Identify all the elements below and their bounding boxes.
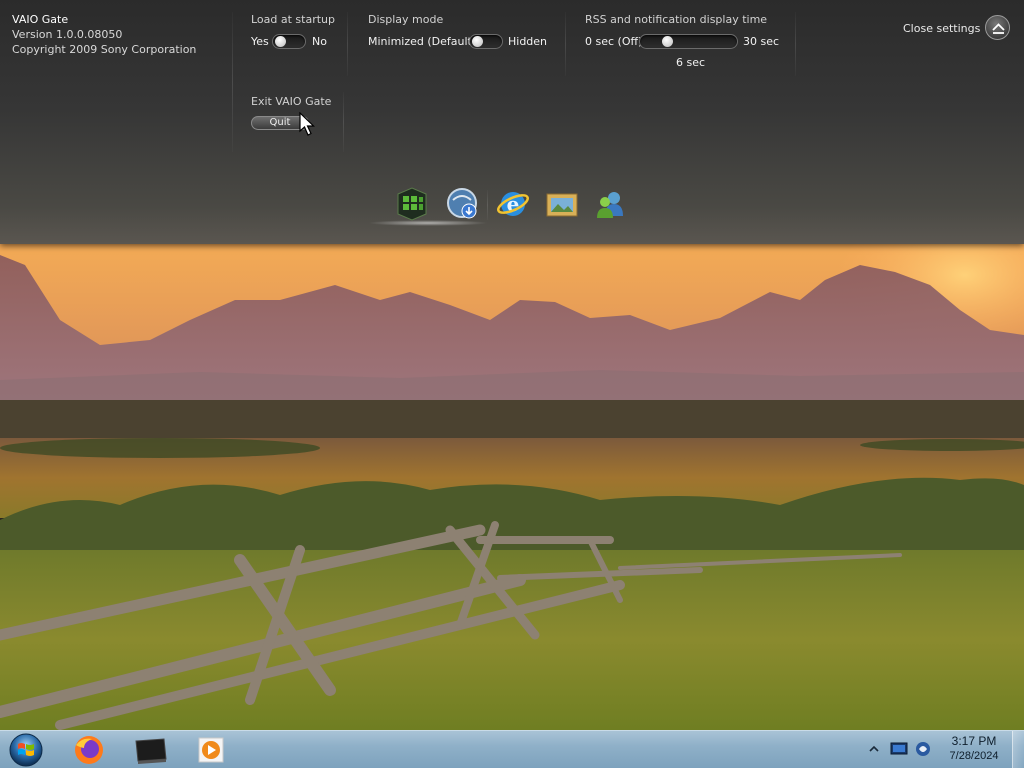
internet-explorer-icon[interactable]: e <box>495 186 531 222</box>
app-name: VAIO Gate <box>12 13 69 26</box>
show-hidden-icons-arrow-icon[interactable] <box>868 743 880 755</box>
photo-icon[interactable] <box>544 186 580 222</box>
rss-display-time-title: RSS and notification display time <box>585 13 768 26</box>
display-mode-title: Display mode <box>368 13 444 26</box>
collapse-icon <box>992 23 1005 34</box>
firefox-taskbar-button[interactable] <box>64 733 114 767</box>
vaio-gate-icon <box>135 738 167 764</box>
display-hidden-label[interactable]: Hidden <box>508 35 547 48</box>
media-player-taskbar-button[interactable] <box>186 733 236 767</box>
vaio-gate-settings-panel: VAIO Gate Version 1.0.0.08050 Copyright … <box>0 0 1024 244</box>
section-divider <box>343 92 344 152</box>
toggle-knob <box>472 36 483 47</box>
app-copyright: Copyright 2009 Sony Corporation <box>12 43 197 56</box>
startup-no-label[interactable]: No <box>312 35 327 48</box>
rss-display-time-slider[interactable] <box>639 34 738 49</box>
app-version: Version 1.0.0.08050 <box>12 28 123 41</box>
close-settings-label[interactable]: Close settings <box>903 22 980 35</box>
windows-logo-icon <box>9 733 43 767</box>
vaio-gate-taskbar-button[interactable] <box>126 733 176 767</box>
media-player-icon <box>198 737 224 763</box>
messenger-icon[interactable] <box>593 186 629 222</box>
network-icon[interactable] <box>890 741 908 757</box>
rss-max-label: 30 sec <box>743 35 780 48</box>
display-minimized-label[interactable]: Minimized (Default) <box>368 35 476 48</box>
media-center-icon[interactable] <box>394 186 430 222</box>
close-settings-button[interactable] <box>985 15 1010 40</box>
section-divider <box>347 12 348 76</box>
section-divider <box>232 12 233 152</box>
firefox-icon <box>75 736 103 764</box>
display-mode-toggle[interactable] <box>469 34 503 49</box>
taskbar: 3:17 PM 7/28/2024 <box>0 730 1024 768</box>
action-center-icon[interactable] <box>914 740 932 758</box>
slider-thumb[interactable] <box>662 36 673 47</box>
mouse-cursor-icon <box>299 112 315 136</box>
dock-divider <box>487 190 488 220</box>
clock-date[interactable]: 7/28/2024 <box>944 750 1004 762</box>
rss-min-label: 0 sec (Off) <box>585 35 643 48</box>
startup-yes-label[interactable]: Yes <box>251 35 269 48</box>
rss-current-value: 6 sec <box>676 56 706 69</box>
start-button[interactable] <box>7 732 45 768</box>
toggle-knob <box>275 36 286 47</box>
section-divider <box>795 12 796 76</box>
show-desktop-button[interactable] <box>1012 731 1024 768</box>
startup-toggle[interactable] <box>272 34 306 49</box>
load-at-startup-title: Load at startup <box>251 13 336 26</box>
section-divider <box>565 12 566 76</box>
exit-vaio-gate-title: Exit VAIO Gate <box>251 95 332 108</box>
clock-time[interactable]: 3:17 PM <box>944 734 1004 748</box>
vaio-update-icon[interactable] <box>445 186 481 222</box>
